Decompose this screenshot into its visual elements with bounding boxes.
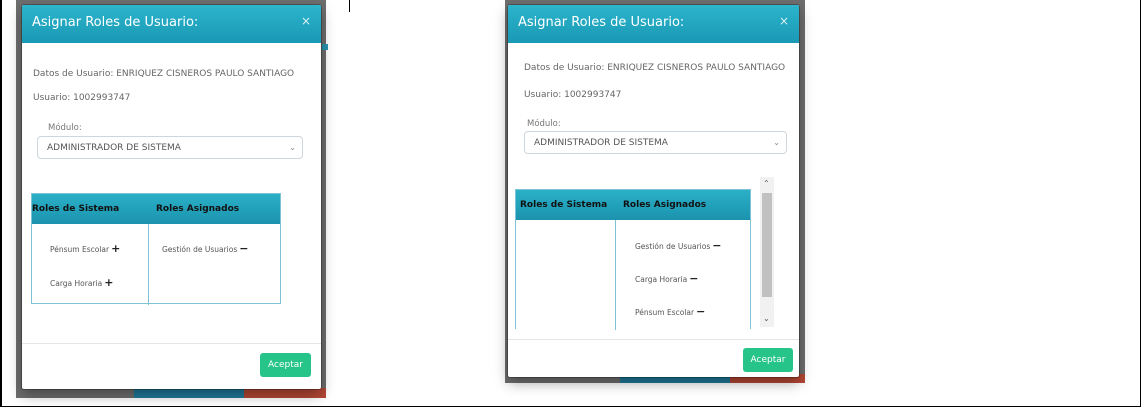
role-name: Pénsum Escolar bbox=[50, 245, 110, 254]
role-name: Gestión de Usuarios bbox=[635, 242, 711, 251]
modal-title: Asignar Roles de Usuario: bbox=[518, 15, 685, 30]
accept-button[interactable]: Aceptar bbox=[743, 348, 793, 372]
roles-scrollbar[interactable]: ⌃ ⌄ bbox=[760, 177, 774, 327]
assigned-role-item[interactable]: Gestión de Usuarios − bbox=[162, 242, 248, 255]
scrollbar-thumb[interactable] bbox=[762, 193, 772, 297]
remove-icon[interactable]: − bbox=[712, 239, 721, 252]
column-divider bbox=[148, 224, 149, 305]
chevron-down-icon: ⌄ bbox=[773, 138, 780, 147]
remove-icon[interactable]: − bbox=[689, 272, 698, 285]
user-data-label: Datos de Usuario: ENRIQUEZ CISNEROS PAUL… bbox=[524, 63, 786, 73]
scroll-down-icon[interactable]: ⌄ bbox=[763, 314, 770, 323]
roles-table-header: Roles de Sistema Roles Asignados bbox=[32, 194, 280, 224]
roles-table: Roles de Sistema Roles Asignados Gestión… bbox=[515, 189, 751, 330]
scroll-up-icon[interactable]: ⌃ bbox=[763, 179, 770, 188]
col-header-system-roles: Roles de Sistema bbox=[32, 204, 120, 214]
remove-icon[interactable]: − bbox=[696, 305, 705, 318]
user-data-label: Datos de Usuario: ENRIQUEZ CISNEROS PAUL… bbox=[33, 69, 295, 79]
module-label: Módulo: bbox=[48, 123, 82, 133]
modal-header: Asignar Roles de Usuario: × bbox=[22, 5, 321, 43]
add-icon[interactable]: + bbox=[111, 242, 120, 255]
roles-table: Roles de Sistema Roles Asignados Pénsum … bbox=[31, 193, 281, 305]
remove-icon[interactable]: − bbox=[239, 242, 248, 255]
close-icon[interactable]: × bbox=[779, 14, 789, 28]
module-select[interactable]: ADMINISTRADOR DE SISTEMA ⌄ bbox=[37, 136, 303, 159]
module-label: Módulo: bbox=[527, 119, 561, 129]
chevron-down-icon: ⌄ bbox=[289, 143, 296, 152]
column-divider bbox=[615, 220, 616, 330]
col-header-assigned-roles: Roles Asignados bbox=[623, 200, 707, 210]
module-select[interactable]: ADMINISTRADOR DE SISTEMA ⌄ bbox=[524, 131, 787, 154]
left-modal: Asignar Roles de Usuario: × Datos de Usu… bbox=[22, 5, 321, 389]
left-background-button bbox=[134, 388, 244, 398]
module-select-value: ADMINISTRADOR DE SISTEMA bbox=[47, 143, 181, 153]
role-name: Gestión de Usuarios bbox=[162, 245, 238, 254]
modal-header: Asignar Roles de Usuario: × bbox=[508, 5, 799, 43]
accept-button[interactable]: Aceptar bbox=[260, 353, 311, 377]
username-label: Usuario: 1002993747 bbox=[524, 90, 622, 100]
left-background-button-2 bbox=[244, 388, 326, 398]
assigned-role-item[interactable]: Pénsum Escolar − bbox=[635, 305, 705, 318]
role-name: Carga Horaria bbox=[50, 279, 103, 288]
system-role-item[interactable]: Carga Horaria + bbox=[50, 276, 113, 289]
username-label: Usuario: 1002993747 bbox=[33, 93, 131, 103]
roles-table-header: Roles de Sistema Roles Asignados bbox=[516, 190, 750, 220]
modal-title: Asignar Roles de Usuario: bbox=[32, 15, 199, 30]
left-background-accent bbox=[322, 44, 328, 50]
col-header-system-roles: Roles de Sistema bbox=[520, 200, 608, 210]
assigned-role-item[interactable]: Gestión de Usuarios − bbox=[635, 239, 721, 252]
role-name: Pénsum Escolar bbox=[635, 308, 695, 317]
right-modal: Asignar Roles de Usuario: × Datos de Usu… bbox=[508, 5, 799, 377]
role-name: Carga Horaria bbox=[635, 275, 688, 284]
close-icon[interactable]: × bbox=[301, 14, 311, 28]
col-header-assigned-roles: Roles Asignados bbox=[156, 204, 240, 214]
system-role-item[interactable]: Pénsum Escolar + bbox=[50, 242, 120, 255]
modal-footer-divider bbox=[22, 343, 321, 344]
module-select-value: ADMINISTRADOR DE SISTEMA bbox=[534, 138, 668, 148]
add-icon[interactable]: + bbox=[104, 276, 113, 289]
modal-footer-divider bbox=[508, 339, 799, 340]
assigned-role-item[interactable]: Carga Horaria − bbox=[635, 272, 698, 285]
